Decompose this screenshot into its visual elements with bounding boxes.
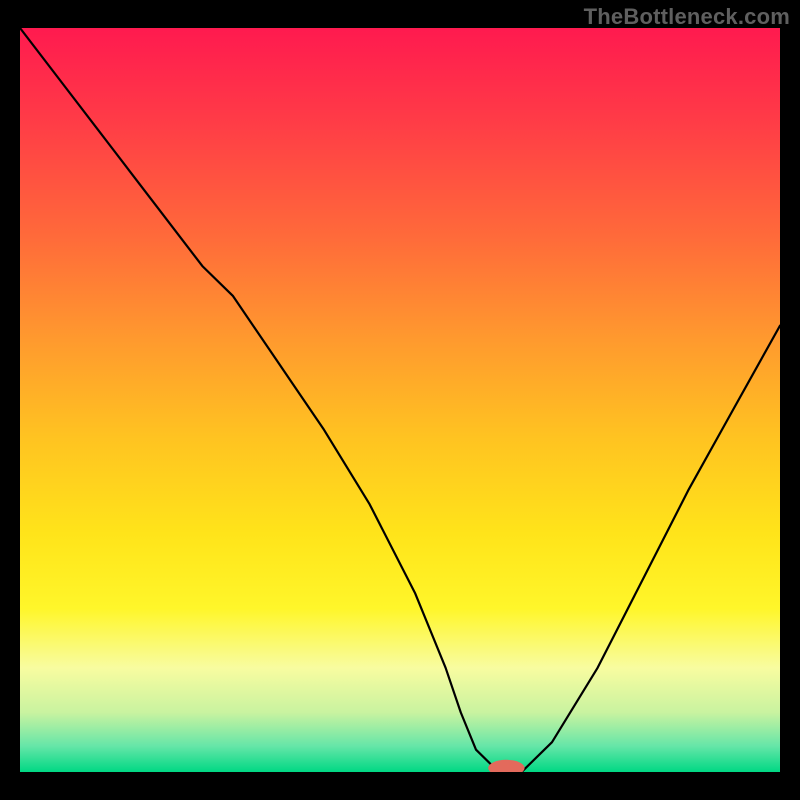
chart-frame: TheBottleneck.com	[0, 0, 800, 800]
plot-area	[20, 28, 780, 772]
chart-svg	[20, 28, 780, 772]
watermark-text: TheBottleneck.com	[584, 4, 790, 30]
gradient-background	[20, 28, 780, 772]
